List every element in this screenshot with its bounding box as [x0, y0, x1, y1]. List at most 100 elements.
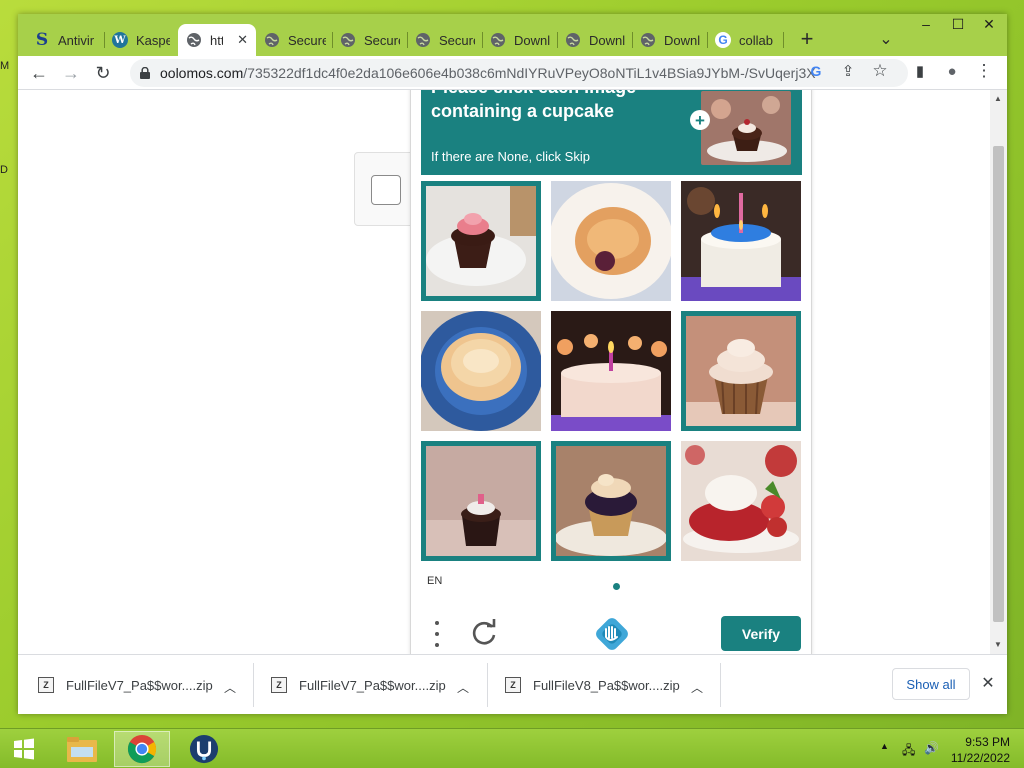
- app-taskbar-button[interactable]: [176, 731, 232, 767]
- file-explorer-icon: [67, 737, 97, 762]
- captcha-challenge: Please click each image containing a cup…: [410, 90, 812, 654]
- page-scrollbar[interactable]: ▲ ▼: [990, 90, 1007, 654]
- refresh-icon[interactable]: [469, 619, 499, 649]
- scroll-thumb[interactable]: [993, 146, 1004, 622]
- zip-file-icon: Z: [38, 677, 54, 693]
- globe-icon: [265, 33, 279, 47]
- chevron-up-icon[interactable]: ︿: [457, 679, 469, 696]
- app-icon: [189, 734, 219, 764]
- close-window-button[interactable]: ✕: [973, 14, 1005, 34]
- tab-antivir[interactable]: S Antivir: [26, 24, 104, 56]
- chrome-taskbar-button[interactable]: [114, 731, 170, 767]
- url-path: /735322df1dc4f0e2da106e606e4b038c6mNdIYR…: [243, 65, 816, 81]
- google-lens-icon[interactable]: G: [806, 61, 826, 81]
- captcha-menu-button[interactable]: [431, 621, 443, 647]
- globe-icon: [641, 33, 655, 47]
- page-viewport: Please click each image containing a cup…: [18, 90, 1007, 654]
- verify-button[interactable]: Verify: [721, 616, 801, 651]
- show-all-downloads-button[interactable]: Show all: [892, 668, 970, 700]
- start-button[interactable]: [0, 731, 48, 767]
- captcha-footer: Verify: [411, 607, 811, 654]
- globe-icon: [566, 33, 580, 47]
- download-item[interactable]: Z FullFileV8_Pa$$wor....zip: [505, 667, 680, 703]
- tile-birthday-cake-blue[interactable]: [681, 181, 801, 301]
- progress-dot: [613, 583, 620, 590]
- forward-button[interactable]: →: [58, 60, 84, 86]
- language-selector[interactable]: EN: [427, 575, 442, 587]
- close-downloads-icon[interactable]: ✕: [978, 673, 998, 693]
- network-icon[interactable]: 🖧: [902, 741, 915, 762]
- scroll-down-icon[interactable]: ▼: [994, 640, 1002, 649]
- tile-cupcake-chocolate[interactable]: [551, 441, 671, 561]
- globe-icon: [416, 33, 430, 47]
- download-item[interactable]: Z FullFileV7_Pa$$wor....zip: [38, 667, 213, 703]
- reload-button[interactable]: ↻: [90, 60, 116, 86]
- address-bar[interactable]: oolomos.com/735322df1dc4f0e2da106e606e4b…: [130, 59, 908, 87]
- clock-time[interactable]: 9:53 PM: [965, 735, 1010, 749]
- desktop-label: D: [0, 164, 8, 176]
- taskbar: ▲ 🖧 🔊 9:53 PM 11/22/2022: [0, 728, 1024, 768]
- tab-kasper[interactable]: W Kasper: [104, 24, 178, 56]
- tab-secure-1[interactable]: Secure: [256, 24, 334, 56]
- system-tray: ▲ 🖧 🔊 9:53 PM 11/22/2022: [864, 729, 1024, 768]
- add-example-icon[interactable]: +: [690, 110, 710, 130]
- chevron-up-icon[interactable]: ︿: [691, 679, 703, 696]
- minimize-button[interactable]: –: [910, 14, 942, 34]
- desktop-label: M: [0, 60, 10, 72]
- side-panel-icon[interactable]: ▮: [910, 61, 930, 81]
- tab-download-3[interactable]: Downl: [632, 24, 708, 56]
- google-icon: G: [715, 32, 731, 48]
- captcha-prompt: Please click each image containing a cup…: [421, 90, 802, 175]
- s-logo-icon: S: [35, 30, 49, 50]
- maximize-button[interactable]: ☐: [942, 14, 974, 34]
- tab-download-2[interactable]: Downl: [557, 24, 633, 56]
- download-item[interactable]: Z FullFileV7_Pa$$wor....zip: [271, 667, 446, 703]
- download-filename: FullFileV8_Pa$$wor....zip: [533, 677, 680, 693]
- wordpress-icon: W: [112, 32, 128, 48]
- prompt-subtitle: If there are None, click Skip: [431, 149, 590, 164]
- tile-strawberry-dessert[interactable]: [681, 441, 801, 561]
- tile-cupcake-plate[interactable]: [421, 181, 541, 301]
- globe-icon: [491, 33, 505, 47]
- example-image: [701, 91, 791, 165]
- new-tab-button[interactable]: +: [794, 26, 820, 52]
- volume-icon[interactable]: 🔊: [924, 741, 939, 755]
- zip-file-icon: Z: [271, 677, 287, 693]
- back-button[interactable]: ←: [26, 60, 52, 86]
- download-filename: FullFileV7_Pa$$wor....zip: [299, 677, 446, 693]
- lock-icon: [140, 67, 150, 79]
- captcha-checkbox[interactable]: [371, 175, 401, 205]
- clock-date[interactable]: 11/22/2022: [951, 751, 1010, 765]
- share-icon[interactable]: ⇪: [838, 61, 858, 81]
- close-tab-icon[interactable]: ✕: [237, 32, 248, 48]
- tab-download-1[interactable]: Downl: [482, 24, 558, 56]
- prompt-title: Please click each image containing a cup…: [431, 90, 636, 121]
- tab-strip: S Antivir W Kasper htt ✕ Secure Secure S…: [18, 14, 1007, 56]
- profile-avatar-icon[interactable]: ●: [942, 61, 962, 81]
- download-filename: FullFileV7_Pa$$wor....zip: [66, 677, 213, 693]
- tab-secure-2[interactable]: Secure: [332, 24, 408, 56]
- tab-secure-3[interactable]: Secure: [407, 24, 483, 56]
- tab-search-button[interactable]: ⌄: [874, 27, 898, 51]
- browser-toolbar: ← → ↻ oolomos.com/735322df1dc4f0e2da106e…: [18, 56, 1007, 90]
- chevron-up-icon[interactable]: ︿: [224, 679, 236, 696]
- windows-logo-icon: [14, 738, 34, 760]
- show-hidden-icons-icon[interactable]: ▲: [880, 741, 889, 751]
- tile-birthday-cake-candle[interactable]: [551, 311, 671, 431]
- tile-pastry-plate[interactable]: [551, 181, 671, 301]
- hcaptcha-logo-icon[interactable]: [595, 617, 629, 651]
- tile-cupcake-small[interactable]: [421, 441, 541, 561]
- scroll-up-icon[interactable]: ▲: [994, 94, 1002, 103]
- globe-icon: [341, 33, 355, 47]
- file-explorer-taskbar-button[interactable]: [54, 731, 110, 767]
- tile-cupcake-frosted[interactable]: [681, 311, 801, 431]
- globe-icon: [187, 33, 201, 47]
- downloads-bar: Z FullFileV7_Pa$$wor....zip ︿ Z FullFile…: [18, 654, 1007, 714]
- tile-pancake-plate[interactable]: [421, 311, 541, 431]
- tab-collab[interactable]: G collab: [707, 24, 783, 56]
- url-host: oolomos.com: [160, 65, 244, 81]
- browser-menu-icon[interactable]: ⋮: [974, 61, 994, 81]
- chrome-window: S Antivir W Kasper htt ✕ Secure Secure S…: [18, 14, 1007, 714]
- bookmark-star-icon[interactable]: ☆: [870, 61, 890, 81]
- tab-active[interactable]: htt ✕: [178, 24, 256, 56]
